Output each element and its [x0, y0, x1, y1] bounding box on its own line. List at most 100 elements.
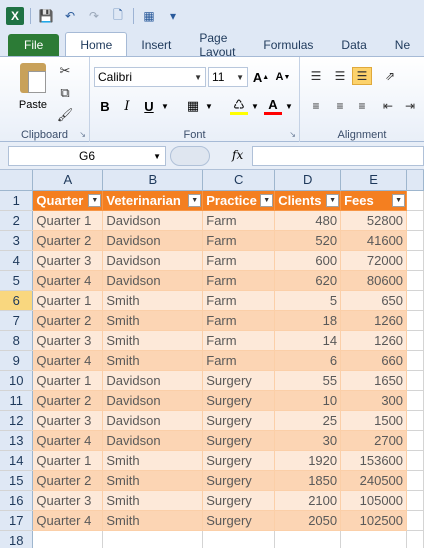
paste-button[interactable]: Paste: [12, 61, 54, 117]
row-header[interactable]: 1: [0, 190, 34, 211]
header-cell[interactable]: Veterinarian ▼: [102, 190, 204, 211]
data-cell[interactable]: Farm: [202, 270, 276, 291]
empty-cell[interactable]: [406, 530, 424, 548]
data-cell[interactable]: Quarter 3: [32, 410, 104, 431]
empty-cell[interactable]: [406, 510, 424, 531]
data-cell[interactable]: 2100: [274, 490, 342, 511]
chevron-down-icon[interactable]: ▼: [156, 97, 174, 115]
data-cell[interactable]: Smith: [102, 450, 204, 471]
row-header[interactable]: 11: [0, 390, 34, 411]
tab-data[interactable]: Data: [327, 34, 380, 56]
data-cell[interactable]: Smith: [102, 290, 204, 311]
save-icon[interactable]: 💾: [37, 7, 55, 25]
worksheet-grid[interactable]: A B C D E 1 Quarter ▼ Veterinarian ▼ Practice…: [0, 170, 424, 548]
data-cell[interactable]: Surgery: [202, 470, 276, 491]
data-cell[interactable]: Quarter 1: [32, 290, 104, 311]
data-cell[interactable]: Davidson: [102, 390, 204, 411]
data-cell[interactable]: 650: [340, 290, 408, 311]
font-name-select[interactable]: Calibri ▼: [94, 67, 206, 87]
excel-logo-icon[interactable]: X: [6, 7, 24, 25]
data-cell[interactable]: Surgery: [202, 370, 276, 391]
data-cell[interactable]: Quarter 2: [32, 470, 104, 491]
column-header-d[interactable]: D: [274, 170, 342, 191]
row-header[interactable]: 4: [0, 250, 34, 271]
empty-cell[interactable]: [102, 530, 204, 548]
empty-cell[interactable]: [32, 530, 104, 548]
tab-new[interactable]: Ne: [381, 34, 424, 56]
row-header[interactable]: 7: [0, 310, 34, 331]
data-cell[interactable]: Farm: [202, 210, 276, 231]
data-cell[interactable]: Smith: [102, 490, 204, 511]
data-cell[interactable]: 1260: [340, 310, 408, 331]
data-cell[interactable]: 1920: [274, 450, 342, 471]
data-cell[interactable]: Surgery: [202, 490, 276, 511]
row-header[interactable]: 5: [0, 270, 34, 291]
tab-page-layout[interactable]: Page Layout: [185, 31, 249, 59]
data-cell[interactable]: Smith: [102, 510, 204, 531]
shrink-font-icon[interactable]: A ▼: [274, 68, 292, 86]
decrease-indent-icon[interactable]: ⇤: [378, 97, 398, 115]
data-cell[interactable]: 1850: [274, 470, 342, 491]
chevron-down-icon[interactable]: ▼: [280, 97, 298, 115]
cut-icon[interactable]: ✂: [56, 63, 74, 79]
data-cell[interactable]: 300: [340, 390, 408, 411]
insert-function-icon[interactable]: fx: [232, 148, 243, 162]
data-cell[interactable]: 520: [274, 230, 342, 251]
data-cell[interactable]: Surgery: [202, 450, 276, 471]
filter-dropdown-icon[interactable]: ▼: [260, 193, 274, 207]
undo-icon[interactable]: ↶: [61, 7, 79, 25]
row-header[interactable]: 8: [0, 330, 34, 351]
data-cell[interactable]: 600: [274, 250, 342, 271]
bold-icon[interactable]: B: [96, 97, 114, 115]
row-header[interactable]: 6: [0, 290, 34, 311]
dialog-launcher-icon[interactable]: ↘: [289, 130, 296, 139]
header-cell[interactable]: Clients ▼: [274, 190, 342, 211]
data-cell[interactable]: 660: [340, 350, 408, 371]
data-cell[interactable]: Smith: [102, 470, 204, 491]
data-cell[interactable]: Quarter 4: [32, 350, 104, 371]
column-header-e[interactable]: E: [340, 170, 408, 191]
empty-cell[interactable]: [202, 530, 276, 548]
filter-dropdown-icon[interactable]: ▼: [188, 193, 202, 207]
header-cell[interactable]: Quarter ▼: [32, 190, 104, 211]
data-cell[interactable]: Davidson: [102, 210, 204, 231]
data-cell[interactable]: 105000: [340, 490, 408, 511]
column-header-b[interactable]: B: [102, 170, 204, 191]
increase-indent-icon[interactable]: ⇥: [400, 97, 420, 115]
align-top-icon[interactable]: ☰: [306, 67, 326, 85]
data-cell[interactable]: Surgery: [202, 430, 276, 451]
data-cell[interactable]: Quarter 1: [32, 450, 104, 471]
data-cell[interactable]: Davidson: [102, 430, 204, 451]
data-cell[interactable]: Farm: [202, 230, 276, 251]
data-cell[interactable]: Quarter 4: [32, 510, 104, 531]
data-cell[interactable]: 480: [274, 210, 342, 231]
select-all-corner[interactable]: [0, 170, 34, 191]
data-cell[interactable]: Quarter 1: [32, 370, 104, 391]
data-cell[interactable]: Quarter 1: [32, 210, 104, 231]
data-cell[interactable]: Davidson: [102, 370, 204, 391]
row-header[interactable]: 15: [0, 470, 34, 491]
data-cell[interactable]: 2050: [274, 510, 342, 531]
formula-bar-handle[interactable]: [170, 146, 210, 166]
data-cell[interactable]: 240500: [340, 470, 408, 491]
align-left-icon[interactable]: ≡: [306, 97, 326, 115]
chevron-down-icon[interactable]: ▼: [200, 97, 218, 115]
empty-cell[interactable]: [406, 190, 424, 211]
data-cell[interactable]: 6: [274, 350, 342, 371]
data-cell[interactable]: 10: [274, 390, 342, 411]
row-header[interactable]: 14: [0, 450, 34, 471]
table-icon[interactable]: ▦: [140, 7, 158, 25]
empty-cell[interactable]: [406, 470, 424, 491]
row-header[interactable]: 13: [0, 430, 34, 451]
data-cell[interactable]: 52800: [340, 210, 408, 231]
data-cell[interactable]: 1260: [340, 330, 408, 351]
data-cell[interactable]: 30: [274, 430, 342, 451]
header-cell[interactable]: Practice ▼: [202, 190, 276, 211]
column-header-c[interactable]: C: [202, 170, 276, 191]
data-cell[interactable]: Davidson: [102, 410, 204, 431]
header-cell[interactable]: Fees ▼: [340, 190, 408, 211]
data-cell[interactable]: 620: [274, 270, 342, 291]
row-header[interactable]: 2: [0, 210, 34, 231]
column-header-f[interactable]: [406, 170, 424, 191]
data-cell[interactable]: Farm: [202, 250, 276, 271]
